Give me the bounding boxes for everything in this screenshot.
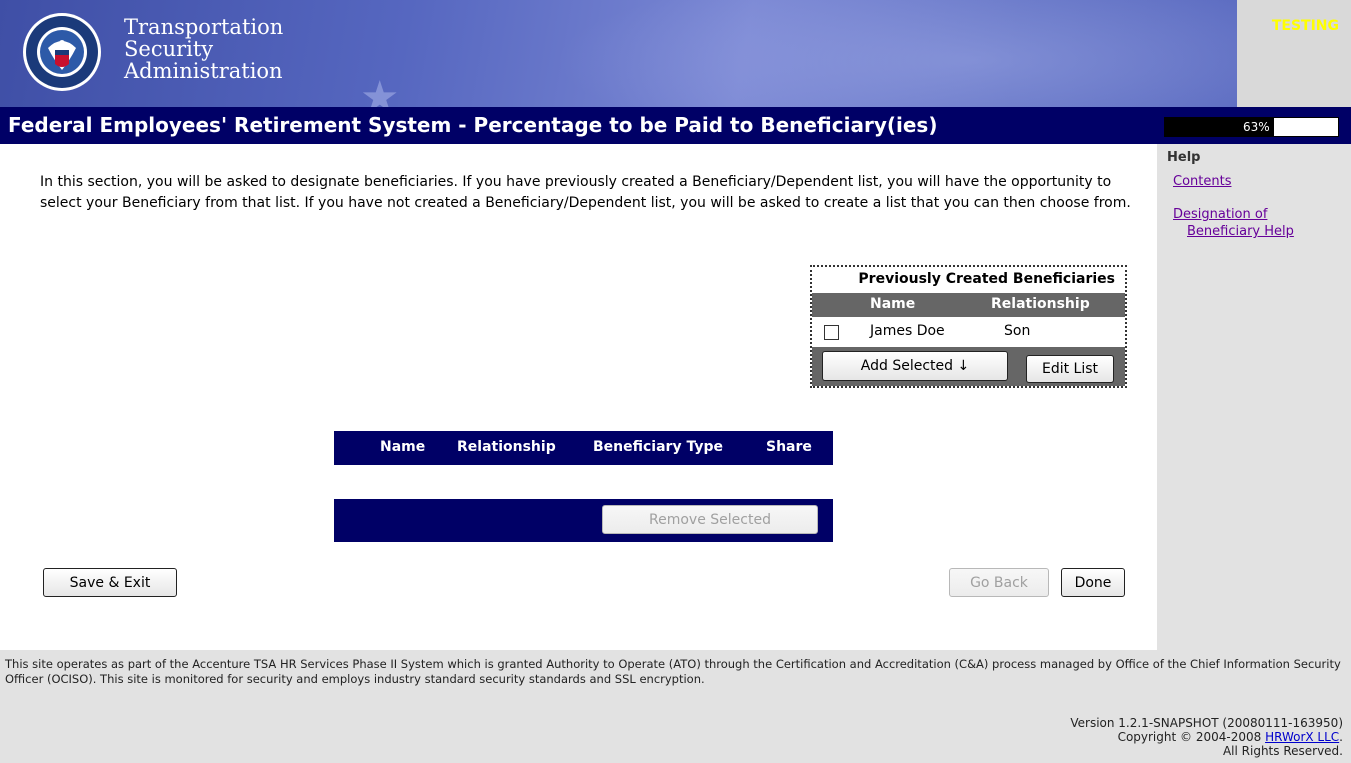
agency-name-line3: Administration: [124, 59, 283, 83]
column-header-name: Name: [380, 439, 426, 455]
agency-name-line1: Transportation: [124, 15, 284, 39]
environment-corner: TESTING: [1237, 0, 1351, 107]
previous-beneficiaries-title: Previously Created Beneficiaries: [858, 271, 1115, 287]
testing-badge: TESTING: [1271, 18, 1339, 34]
page-title: Federal Employees' Retirement System - P…: [8, 113, 938, 137]
done-button[interactable]: Done: [1061, 568, 1125, 597]
beneficiary-relationship: Son: [1004, 323, 1031, 339]
beneficiary-name: James Doe: [870, 323, 945, 339]
remove-selected-button[interactable]: Remove Selected: [602, 505, 818, 534]
intro-text: In this section, you will be asked to de…: [40, 174, 1131, 211]
help-link-designation-line2: Beneficiary Help: [1187, 224, 1294, 239]
help-link-contents[interactable]: Contents: [1173, 174, 1231, 189]
column-header-relationship: Relationship: [991, 296, 1090, 312]
previous-beneficiaries-panel: Previously Created Beneficiaries Name Re…: [810, 265, 1127, 388]
column-header-share: Share: [766, 439, 812, 455]
company-link[interactable]: HRWorX LLC: [1265, 730, 1339, 744]
add-selected-button[interactable]: Add Selected ↓: [822, 351, 1008, 381]
select-beneficiary-checkbox[interactable]: [824, 325, 839, 340]
page-title-bar: Federal Employees' Retirement System - P…: [0, 107, 1351, 144]
previous-beneficiaries-header: Name Relationship: [812, 293, 1125, 317]
dhs-seal-icon: [23, 13, 101, 91]
previous-beneficiary-row: James Doe Son: [812, 317, 1125, 347]
previous-beneficiaries-actions: Add Selected ↓ Edit List: [812, 347, 1125, 386]
column-header-name: Name: [870, 296, 916, 312]
column-header-relationship: Relationship: [457, 439, 556, 455]
copyright-line: Copyright © 2004-2008 HRWorX LLC.: [1070, 730, 1343, 744]
agency-name-line2: Security: [124, 37, 214, 61]
save-exit-button[interactable]: Save & Exit: [43, 568, 177, 597]
beneficiaries-table-header: Name Relationship Beneficiary Type Share: [334, 431, 833, 465]
help-link-designation-line1: Designation of: [1173, 207, 1268, 222]
help-sidebar: Help Contents Designation of Beneficiary…: [1157, 144, 1351, 650]
edit-list-button[interactable]: Edit List: [1026, 355, 1114, 383]
go-back-button[interactable]: Go Back: [949, 568, 1049, 597]
page-footer: This site operates as part of the Accent…: [0, 650, 1351, 763]
copyright-text: Copyright © 2004-2008: [1117, 730, 1266, 744]
progress-bar: 63%: [1164, 117, 1339, 137]
beneficiaries-table-footer: Remove Selected: [334, 499, 833, 542]
help-title: Help: [1167, 150, 1201, 165]
help-link-designation[interactable]: Designation of Beneficiary Help: [1173, 206, 1294, 240]
agency-name: Transportation Security Administration: [124, 16, 283, 82]
copyright-suffix: .: [1339, 730, 1343, 744]
star-icon: ★: [360, 72, 400, 108]
version-text: Version 1.2.1-SNAPSHOT (20080111-163950): [1070, 716, 1343, 730]
progress-label: 63%: [1243, 120, 1270, 134]
column-header-beneficiary-type: Beneficiary Type: [593, 439, 723, 455]
header-banner: ★ Transportation Security Administration: [0, 0, 1351, 107]
legal-notice: This site operates as part of the Accent…: [5, 657, 1341, 686]
banner-swoosh: [520, 0, 1351, 107]
rights-text: All Rights Reserved.: [1222, 744, 1343, 758]
version-info: Version 1.2.1-SNAPSHOT (20080111-163950)…: [1070, 716, 1343, 758]
